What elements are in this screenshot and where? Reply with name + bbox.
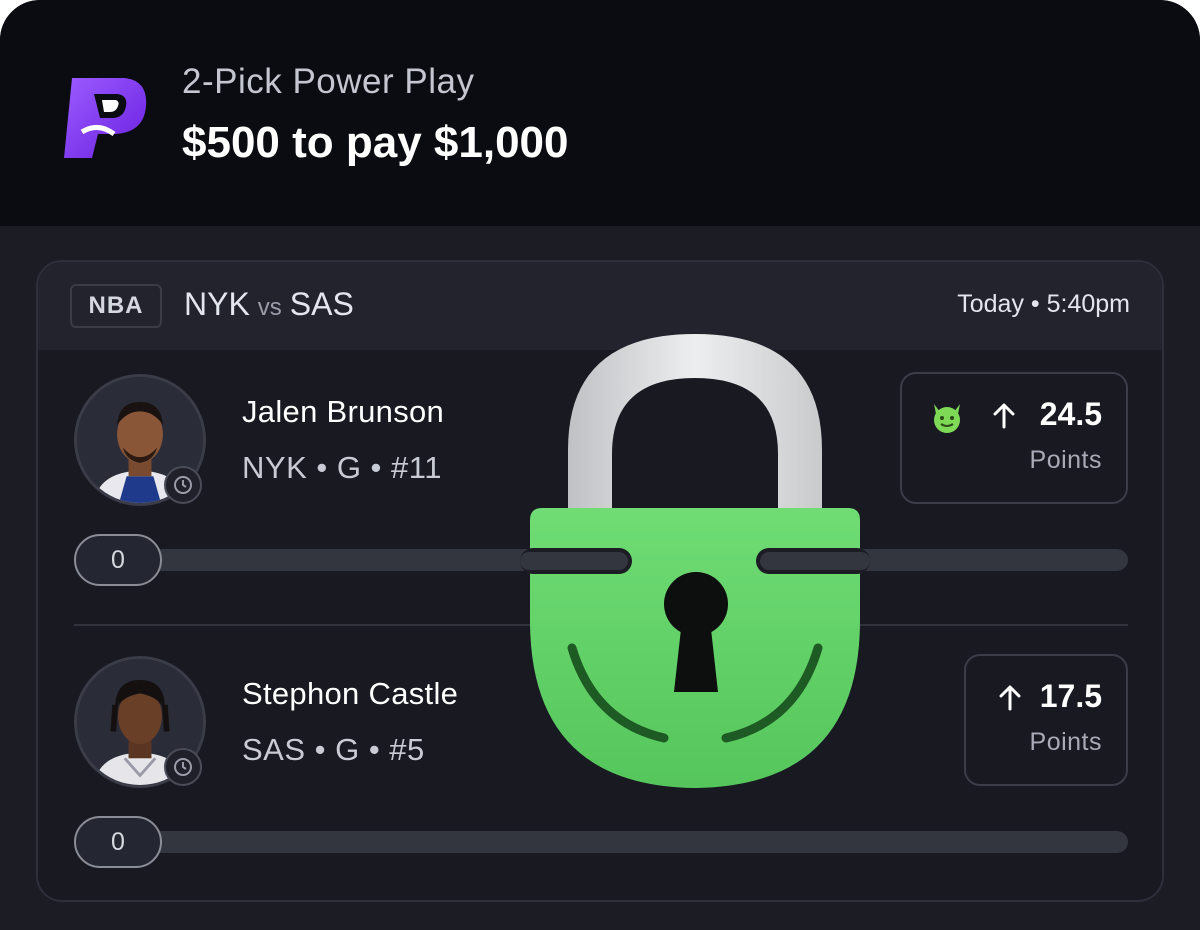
progress-value: 0 xyxy=(74,816,162,868)
vs-label: vs xyxy=(257,294,282,321)
stake-payout-label: $500 to pay $1,000 xyxy=(182,118,569,167)
game-time: Today • 5:40pm xyxy=(957,290,1130,318)
projection-stat: Points xyxy=(1029,728,1102,756)
arrow-up-icon xyxy=(993,403,1015,429)
play-type-label: 2-Pick Power Play xyxy=(182,62,475,101)
progress-track xyxy=(134,831,1128,853)
progress-value: 0 xyxy=(74,534,162,586)
prizepicks-logo xyxy=(64,78,147,158)
player-name: Stephon Castle xyxy=(242,676,459,711)
arrow-up-icon xyxy=(999,685,1021,711)
projection-line: 24.5 xyxy=(1039,396,1102,432)
demon-icon xyxy=(934,404,960,433)
projection-box[interactable]: 17.5 Points xyxy=(964,654,1128,786)
clock-icon xyxy=(164,748,202,786)
matchup: NYK vs SAS xyxy=(184,286,354,323)
entry-header: 2-Pick Power Play $500 to pay $1,000 xyxy=(0,0,1200,226)
stat-progress: 0 xyxy=(74,816,1128,868)
away-team: SAS xyxy=(289,286,354,322)
home-team: NYK xyxy=(184,286,250,322)
player-info: SAS • G • #5 xyxy=(242,732,425,767)
projection-stat: Points xyxy=(1029,446,1102,474)
green-padlock-icon xyxy=(520,334,870,788)
clock-icon xyxy=(164,466,202,504)
pick-card-frame: 2-Pick Power Play $500 to pay $1,000 NBA… xyxy=(0,0,1200,930)
player-info: NYK • G • #11 xyxy=(242,450,442,485)
player-name: Jalen Brunson xyxy=(242,394,445,429)
projection-line: 17.5 xyxy=(1039,678,1102,714)
league-badge: NBA xyxy=(70,284,162,328)
projection-box[interactable]: 24.5 Points xyxy=(900,372,1128,504)
